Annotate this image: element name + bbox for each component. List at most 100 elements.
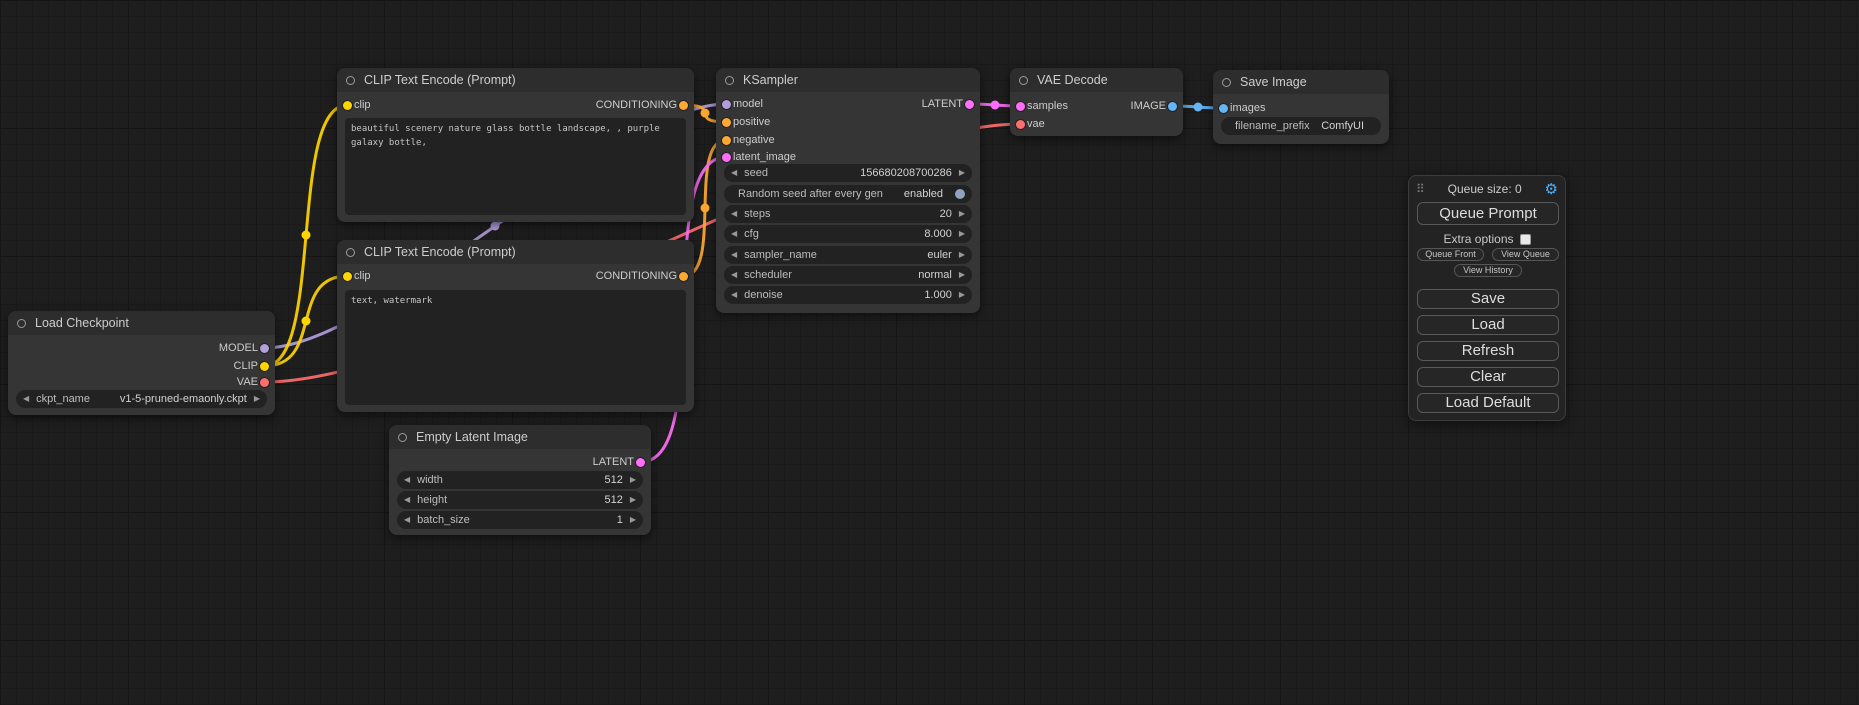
queue-panel[interactable]: ⠿ Queue size: 0 ⚙ Queue Prompt Extra opt… xyxy=(1408,175,1566,421)
input-slot-positive[interactable]: positive xyxy=(716,114,980,130)
denoise-widget[interactable]: ◀ denoise 1.000 ▶ xyxy=(724,286,972,304)
node-title-bar[interactable]: Empty Latent Image xyxy=(389,425,651,449)
stepper-left-icon[interactable]: ◀ xyxy=(731,225,737,243)
view-queue-button[interactable]: View Queue xyxy=(1492,248,1559,261)
stepper-left-icon[interactable]: ◀ xyxy=(731,164,737,182)
output-slot-vae[interactable]: VAE xyxy=(8,374,275,390)
stepper-left-icon[interactable]: ◀ xyxy=(731,205,737,223)
slot-label: CLIP xyxy=(234,360,258,372)
node-vae-decode[interactable]: VAE Decode samples IMAGE vae xyxy=(1010,68,1183,136)
cfg-widget[interactable]: ◀ cfg 8.000 ▶ xyxy=(724,225,972,243)
node-clip-text-encode-positive[interactable]: CLIP Text Encode (Prompt) clip CONDITION… xyxy=(337,68,694,222)
node-title-bar[interactable]: CLIP Text Encode (Prompt) xyxy=(337,68,694,92)
stepper-right-icon[interactable]: ▶ xyxy=(959,286,965,304)
latent-port-icon[interactable] xyxy=(636,458,645,467)
collapse-dot[interactable] xyxy=(17,319,26,328)
stepper-left-icon[interactable]: ◀ xyxy=(731,246,737,264)
widget-value: 512 xyxy=(604,494,622,506)
stepper-left-icon[interactable]: ◀ xyxy=(23,390,29,408)
collapse-dot[interactable] xyxy=(725,76,734,85)
width-widget[interactable]: ◀ width 512 ▶ xyxy=(397,471,643,489)
image-port-icon[interactable] xyxy=(1168,102,1177,111)
conditioning-port-icon[interactable] xyxy=(722,118,731,127)
sampler-name-widget[interactable]: ◀ sampler_name euler ▶ xyxy=(724,246,972,264)
view-history-button[interactable]: View History xyxy=(1454,264,1522,277)
node-title-bar[interactable]: VAE Decode xyxy=(1010,68,1183,92)
stepper-left-icon[interactable]: ◀ xyxy=(404,511,410,529)
toggle-dot-icon[interactable] xyxy=(955,189,965,199)
stepper-left-icon[interactable]: ◀ xyxy=(731,286,737,304)
vae-port-icon[interactable] xyxy=(1016,120,1025,129)
filename-prefix-widget[interactable]: filename_prefix ComfyUI xyxy=(1221,117,1381,135)
output-slot-model[interactable]: MODEL xyxy=(8,340,275,356)
extra-options-checkbox[interactable] xyxy=(1520,234,1531,245)
output-slot-conditioning[interactable]: CONDITIONING xyxy=(337,97,694,113)
latent-port-icon[interactable] xyxy=(722,153,731,162)
output-slot-image[interactable]: IMAGE xyxy=(1010,98,1183,114)
random-seed-toggle-widget[interactable]: Random seed after every gen enabled xyxy=(724,185,972,203)
node-ksampler[interactable]: KSampler model LATENT positive negative … xyxy=(716,68,980,313)
node-title-bar[interactable]: KSampler xyxy=(716,68,980,92)
output-slot-latent[interactable]: LATENT xyxy=(389,454,651,470)
collapse-dot[interactable] xyxy=(1222,78,1231,87)
conditioning-port-icon[interactable] xyxy=(679,272,688,281)
node-empty-latent-image[interactable]: Empty Latent Image LATENT ◀ width 512 ▶ … xyxy=(389,425,651,535)
output-slot-clip[interactable]: CLIP xyxy=(8,358,275,374)
stepper-left-icon[interactable]: ◀ xyxy=(731,266,737,284)
collapse-dot[interactable] xyxy=(1019,76,1028,85)
collapse-dot[interactable] xyxy=(346,76,355,85)
clip-port-icon[interactable] xyxy=(260,362,269,371)
stepper-right-icon[interactable]: ▶ xyxy=(959,205,965,223)
conditioning-port-icon[interactable] xyxy=(722,136,731,145)
settings-gear-icon[interactable]: ⚙ xyxy=(1545,182,1558,197)
stepper-right-icon[interactable]: ▶ xyxy=(630,511,636,529)
stepper-right-icon[interactable]: ▶ xyxy=(959,164,965,182)
load-button[interactable]: Load xyxy=(1417,315,1559,335)
latent-port-icon[interactable] xyxy=(965,100,974,109)
node-clip-text-encode-negative[interactable]: CLIP Text Encode (Prompt) clip CONDITION… xyxy=(337,240,694,412)
node-title-bar[interactable]: Load Checkpoint xyxy=(8,311,275,335)
refresh-button[interactable]: Refresh xyxy=(1417,341,1559,361)
collapse-dot[interactable] xyxy=(346,248,355,257)
stepper-right-icon[interactable]: ▶ xyxy=(630,471,636,489)
stepper-right-icon[interactable]: ▶ xyxy=(959,246,965,264)
height-widget[interactable]: ◀ height 512 ▶ xyxy=(397,491,643,509)
output-slot-latent[interactable]: LATENT xyxy=(716,96,980,112)
input-slot-latent-image[interactable]: latent_image xyxy=(716,149,980,165)
conditioning-port-icon[interactable] xyxy=(679,101,688,110)
node-title: Empty Latent Image xyxy=(416,430,528,444)
collapse-dot[interactable] xyxy=(398,433,407,442)
stepper-left-icon[interactable]: ◀ xyxy=(404,491,410,509)
load-default-button[interactable]: Load Default xyxy=(1417,393,1559,413)
node-load-checkpoint[interactable]: Load Checkpoint MODEL CLIP VAE ◀ ckpt_na… xyxy=(8,311,275,415)
node-title-bar[interactable]: CLIP Text Encode (Prompt) xyxy=(337,240,694,264)
image-port-icon[interactable] xyxy=(1219,104,1228,113)
input-slot-negative[interactable]: negative xyxy=(716,132,980,148)
queue-prompt-button[interactable]: Queue Prompt xyxy=(1417,202,1559,225)
clear-button[interactable]: Clear xyxy=(1417,367,1559,387)
steps-widget[interactable]: ◀ steps 20 ▶ xyxy=(724,205,972,223)
prompt-textarea[interactable]: beautiful scenery nature glass bottle la… xyxy=(345,118,686,215)
batch-size-widget[interactable]: ◀ batch_size 1 ▶ xyxy=(397,511,643,529)
stepper-left-icon[interactable]: ◀ xyxy=(404,471,410,489)
model-port-icon[interactable] xyxy=(260,344,269,353)
drag-handle-icon[interactable]: ⠿ xyxy=(1416,182,1425,196)
input-slot-images[interactable]: images xyxy=(1213,100,1389,116)
ckpt-name-widget[interactable]: ◀ ckpt_name v1-5-pruned-emaonly.ckpt ▶ xyxy=(16,390,267,408)
queue-front-button[interactable]: Queue Front xyxy=(1417,248,1484,261)
vae-port-icon[interactable] xyxy=(260,378,269,387)
stepper-right-icon[interactable]: ▶ xyxy=(959,225,965,243)
node-save-image[interactable]: Save Image images filename_prefix ComfyU… xyxy=(1213,70,1389,144)
save-button[interactable]: Save xyxy=(1417,289,1559,309)
scheduler-widget[interactable]: ◀ scheduler normal ▶ xyxy=(724,266,972,284)
stepper-right-icon[interactable]: ▶ xyxy=(630,491,636,509)
node-graph-canvas[interactable]: Load Checkpoint MODEL CLIP VAE ◀ ckpt_na… xyxy=(0,0,1859,705)
output-slot-conditioning[interactable]: CONDITIONING xyxy=(337,268,694,284)
stepper-right-icon[interactable]: ▶ xyxy=(959,266,965,284)
input-slot-vae[interactable]: vae xyxy=(1010,116,1183,132)
seed-widget[interactable]: ◀ seed 156680208700286 ▶ xyxy=(724,164,972,182)
prompt-textarea[interactable]: text, watermark xyxy=(345,290,686,405)
widget-label: filename_prefix xyxy=(1235,120,1321,132)
node-title-bar[interactable]: Save Image xyxy=(1213,70,1389,94)
stepper-right-icon[interactable]: ▶ xyxy=(254,390,260,408)
